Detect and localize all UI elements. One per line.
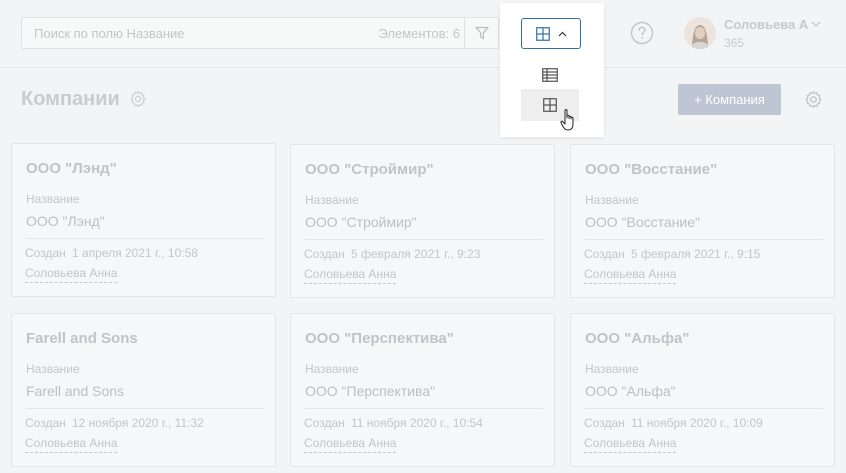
created-date: 12 ноября 2020 г., 11:32 [72, 416, 204, 430]
search-input[interactable] [22, 18, 362, 48]
gear-icon[interactable] [129, 90, 147, 108]
author-link[interactable]: Соловьева Анна [25, 266, 118, 283]
created-label: Создан [25, 246, 66, 260]
grid-icon [543, 98, 557, 112]
field-label: Название [585, 362, 639, 376]
field-label: Название [26, 362, 80, 376]
author-link[interactable]: Соловьева Анна [584, 267, 677, 284]
divider [305, 239, 543, 240]
divider [26, 238, 264, 239]
question-icon [630, 21, 654, 45]
add-company-button[interactable]: + Компания [678, 84, 781, 115]
field-value: Farell and Sons [26, 383, 125, 399]
field-value: ООО "Перспектива" [305, 383, 436, 399]
field-label: Название [26, 192, 80, 206]
created-label: Создан [304, 247, 345, 261]
field-label: Название [305, 362, 359, 376]
created-date: 11 ноября 2020 г., 10:09 [631, 416, 763, 430]
view-switcher-panel [500, 3, 604, 137]
field-label: Название [585, 193, 639, 207]
card-title[interactable]: Farell and Sons [26, 330, 138, 347]
divider [585, 239, 823, 240]
company-card[interactable]: ООО "Перспектива" Название ООО "Перспект… [290, 313, 555, 467]
help-button[interactable] [630, 21, 654, 45]
created-date: 5 февраля 2021 г., 9:23 [351, 247, 481, 261]
divider [585, 408, 823, 409]
hand-cursor-icon [560, 109, 574, 131]
divider [305, 408, 543, 409]
card-title[interactable]: ООО "Альфа" [585, 330, 689, 347]
user-name: Соловьева А [724, 17, 809, 32]
menu-item-table-view[interactable] [521, 59, 579, 91]
created-label: Создан [584, 416, 625, 430]
filter-button[interactable] [464, 18, 498, 48]
field-value: ООО "Лэнд" [26, 213, 105, 229]
chevron-down-icon [811, 21, 821, 27]
field-value: ООО "Строймир" [305, 214, 417, 230]
filter-icon [474, 26, 489, 40]
page-title: Компании [21, 88, 120, 110]
field-value: ООО "Восстание" [585, 214, 701, 230]
company-card[interactable]: ООО "Восстание" Название ООО "Восстание"… [570, 144, 835, 298]
user-menu[interactable]: Соловьева А 365 [684, 16, 834, 52]
created-date: 5 февраля 2021 г., 9:15 [631, 247, 761, 261]
view-toggle-button[interactable] [521, 18, 581, 49]
avatar [684, 17, 716, 49]
author-link[interactable]: Соловьева Анна [584, 436, 677, 453]
company-card[interactable]: ООО "Лэнд" Название ООО "Лэнд" Создан 1 … [11, 143, 276, 297]
company-card[interactable]: ООО "Строймир" Название ООО "Строймир" С… [290, 144, 555, 298]
table-icon [542, 68, 558, 82]
user-subtitle: 365 [724, 36, 745, 50]
created-label: Создан [304, 416, 345, 430]
created-date: 11 ноября 2020 г., 10:54 [351, 416, 483, 430]
settings-gear-icon[interactable] [804, 90, 823, 109]
company-card[interactable]: Farell and Sons Название Farell and Sons… [11, 313, 276, 467]
field-value: ООО "Альфа" [585, 383, 676, 399]
top-bar: Элементов: 6 Соловьева А 365 [0, 0, 846, 68]
created-date: 1 апреля 2021 г., 10:58 [72, 246, 198, 260]
company-card[interactable]: ООО "Альфа" Название ООО "Альфа" Создан … [570, 313, 835, 467]
search-box: Элементов: 6 [21, 17, 499, 49]
field-label: Название [305, 193, 359, 207]
elements-count: Элементов: 6 [378, 26, 460, 41]
chevron-up-icon [558, 31, 566, 36]
created-label: Создан [584, 247, 625, 261]
card-title[interactable]: ООО "Восстание" [585, 161, 717, 178]
grid-icon [535, 26, 550, 41]
created-label: Создан [25, 416, 66, 430]
author-link[interactable]: Соловьева Анна [25, 436, 118, 453]
author-link[interactable]: Соловьева Анна [304, 267, 397, 284]
author-link[interactable]: Соловьева Анна [304, 436, 397, 453]
card-title[interactable]: ООО "Лэнд" [26, 160, 117, 177]
card-title[interactable]: ООО "Перспектива" [305, 330, 454, 347]
card-title[interactable]: ООО "Строймир" [305, 161, 434, 178]
divider [26, 408, 264, 409]
